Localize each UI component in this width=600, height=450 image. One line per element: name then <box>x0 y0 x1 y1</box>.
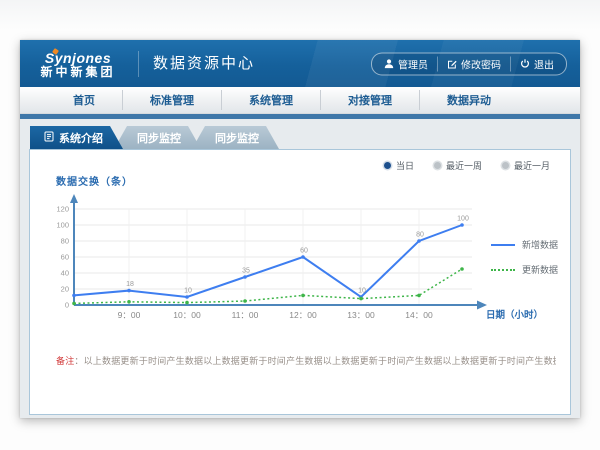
svg-text:18: 18 <box>126 281 134 288</box>
logout-button[interactable]: 退出 <box>510 56 563 71</box>
radio-today[interactable]: 当日 <box>384 159 414 172</box>
legend-label: 更新数据 <box>522 263 558 276</box>
tab-label: 系统介绍 <box>59 130 103 146</box>
radio-dot <box>384 162 391 169</box>
svg-text:11：00: 11：00 <box>232 310 259 320</box>
app-header: Synjones 新中新集团 数据资源中心 管理员 修改密码 退出 <box>20 40 580 87</box>
radio-label: 当日 <box>396 159 414 172</box>
radio-label: 最近一月 <box>514 159 550 172</box>
svg-text:80: 80 <box>416 232 424 239</box>
edit-icon <box>447 59 457 69</box>
legend-item-new-data[interactable]: 新增数据 <box>491 238 558 251</box>
radio-label: 最近一周 <box>446 159 482 172</box>
footnote-label: 备注 <box>56 356 74 366</box>
power-icon <box>520 59 530 69</box>
dotted-line-swatch <box>491 269 515 271</box>
svg-text:100: 100 <box>56 221 69 230</box>
logout-label: 退出 <box>534 56 554 71</box>
nav-item-standards[interactable]: 标准管理 <box>122 90 221 110</box>
svg-text:100: 100 <box>457 216 469 223</box>
tab-label: 同步监控 <box>137 130 181 146</box>
document-icon <box>44 131 54 145</box>
tab-label: 同步监控 <box>215 130 259 146</box>
series-legend: 新增数据 更新数据 <box>491 238 558 276</box>
user-toolbar: 管理员 修改密码 退出 <box>371 52 567 75</box>
svg-text:60: 60 <box>61 253 69 262</box>
line-chart: 0 20 40 60 80 100 120 9：00 10：00 11：00 12：00 13：00 1… <box>44 190 564 340</box>
user-menu[interactable]: 管理员 <box>375 56 437 71</box>
nav-item-system[interactable]: 系统管理 <box>221 90 320 110</box>
svg-text:10：00: 10：00 <box>173 310 201 320</box>
svg-text:0: 0 <box>65 301 69 310</box>
solid-line-swatch <box>491 244 515 246</box>
svg-text:80: 80 <box>61 237 69 246</box>
svg-text:9：00: 9：00 <box>118 310 141 320</box>
svg-text:日期（小时）: 日期（小时） <box>486 309 543 321</box>
svg-text:14：00: 14：00 <box>405 310 433 320</box>
main-nav: 首页 标准管理 系统管理 对接管理 数据异动 <box>20 87 580 114</box>
radio-last-month[interactable]: 最近一月 <box>502 159 550 172</box>
svg-text:13：00: 13：00 <box>347 310 375 320</box>
radio-last-week[interactable]: 最近一周 <box>434 159 482 172</box>
svg-text:40: 40 <box>61 269 69 278</box>
svg-text:20: 20 <box>61 285 69 294</box>
content-area: 系统介绍 同步监控 同步监控 当日 最近一周 <box>20 119 580 415</box>
nav-item-interface[interactable]: 对接管理 <box>320 90 419 110</box>
svg-text:12：00: 12：00 <box>289 310 317 320</box>
user-icon <box>384 59 394 69</box>
app-window: Synjones 新中新集团 数据资源中心 管理员 修改密码 退出 <box>20 40 580 418</box>
tab-system-intro[interactable]: 系统介绍 <box>30 126 123 149</box>
tab-sync-monitor-1[interactable]: 同步监控 <box>114 126 201 149</box>
logo-text-cn: 新中新集团 <box>20 66 136 80</box>
chart-panel: 当日 最近一周 最近一月 数据交换（条） 0 20 40 60 80 100 120 9：00… <box>29 149 571 415</box>
logo-text-en: Synjones <box>20 50 136 66</box>
y-axis-title: 数据交换（条） <box>56 173 133 188</box>
nav-item-data-change[interactable]: 数据异动 <box>419 90 518 110</box>
svg-text:35: 35 <box>242 268 250 275</box>
time-range-filter: 当日 最近一周 最近一月 <box>384 159 550 172</box>
footnote: 备注：以上数据更新于时间产生数据以上数据更新于时间产生数据以上数据更新于时间产生… <box>56 354 556 367</box>
radio-dot <box>434 162 441 169</box>
change-password-label: 修改密码 <box>461 56 501 71</box>
svg-text:120: 120 <box>56 205 69 214</box>
tab-bar: 系统介绍 同步监控 同步监控 <box>30 126 571 149</box>
legend-label: 新增数据 <box>522 238 558 251</box>
svg-text:60: 60 <box>300 248 308 255</box>
change-password-button[interactable]: 修改密码 <box>437 56 510 71</box>
svg-text:10: 10 <box>184 288 192 295</box>
page-title: 数据资源中心 <box>138 51 255 77</box>
footnote-text: ：以上数据更新于时间产生数据以上数据更新于时间产生数据以上数据更新于时间产生数据… <box>74 356 556 366</box>
tab-sync-monitor-2[interactable]: 同步监控 <box>192 126 279 149</box>
user-label: 管理员 <box>398 56 428 71</box>
legend-item-update-data[interactable]: 更新数据 <box>491 263 558 276</box>
nav-item-home[interactable]: 首页 <box>46 90 122 110</box>
svg-text:10: 10 <box>358 288 366 295</box>
radio-dot <box>502 162 509 169</box>
company-logo: Synjones 新中新集团 <box>20 47 136 80</box>
